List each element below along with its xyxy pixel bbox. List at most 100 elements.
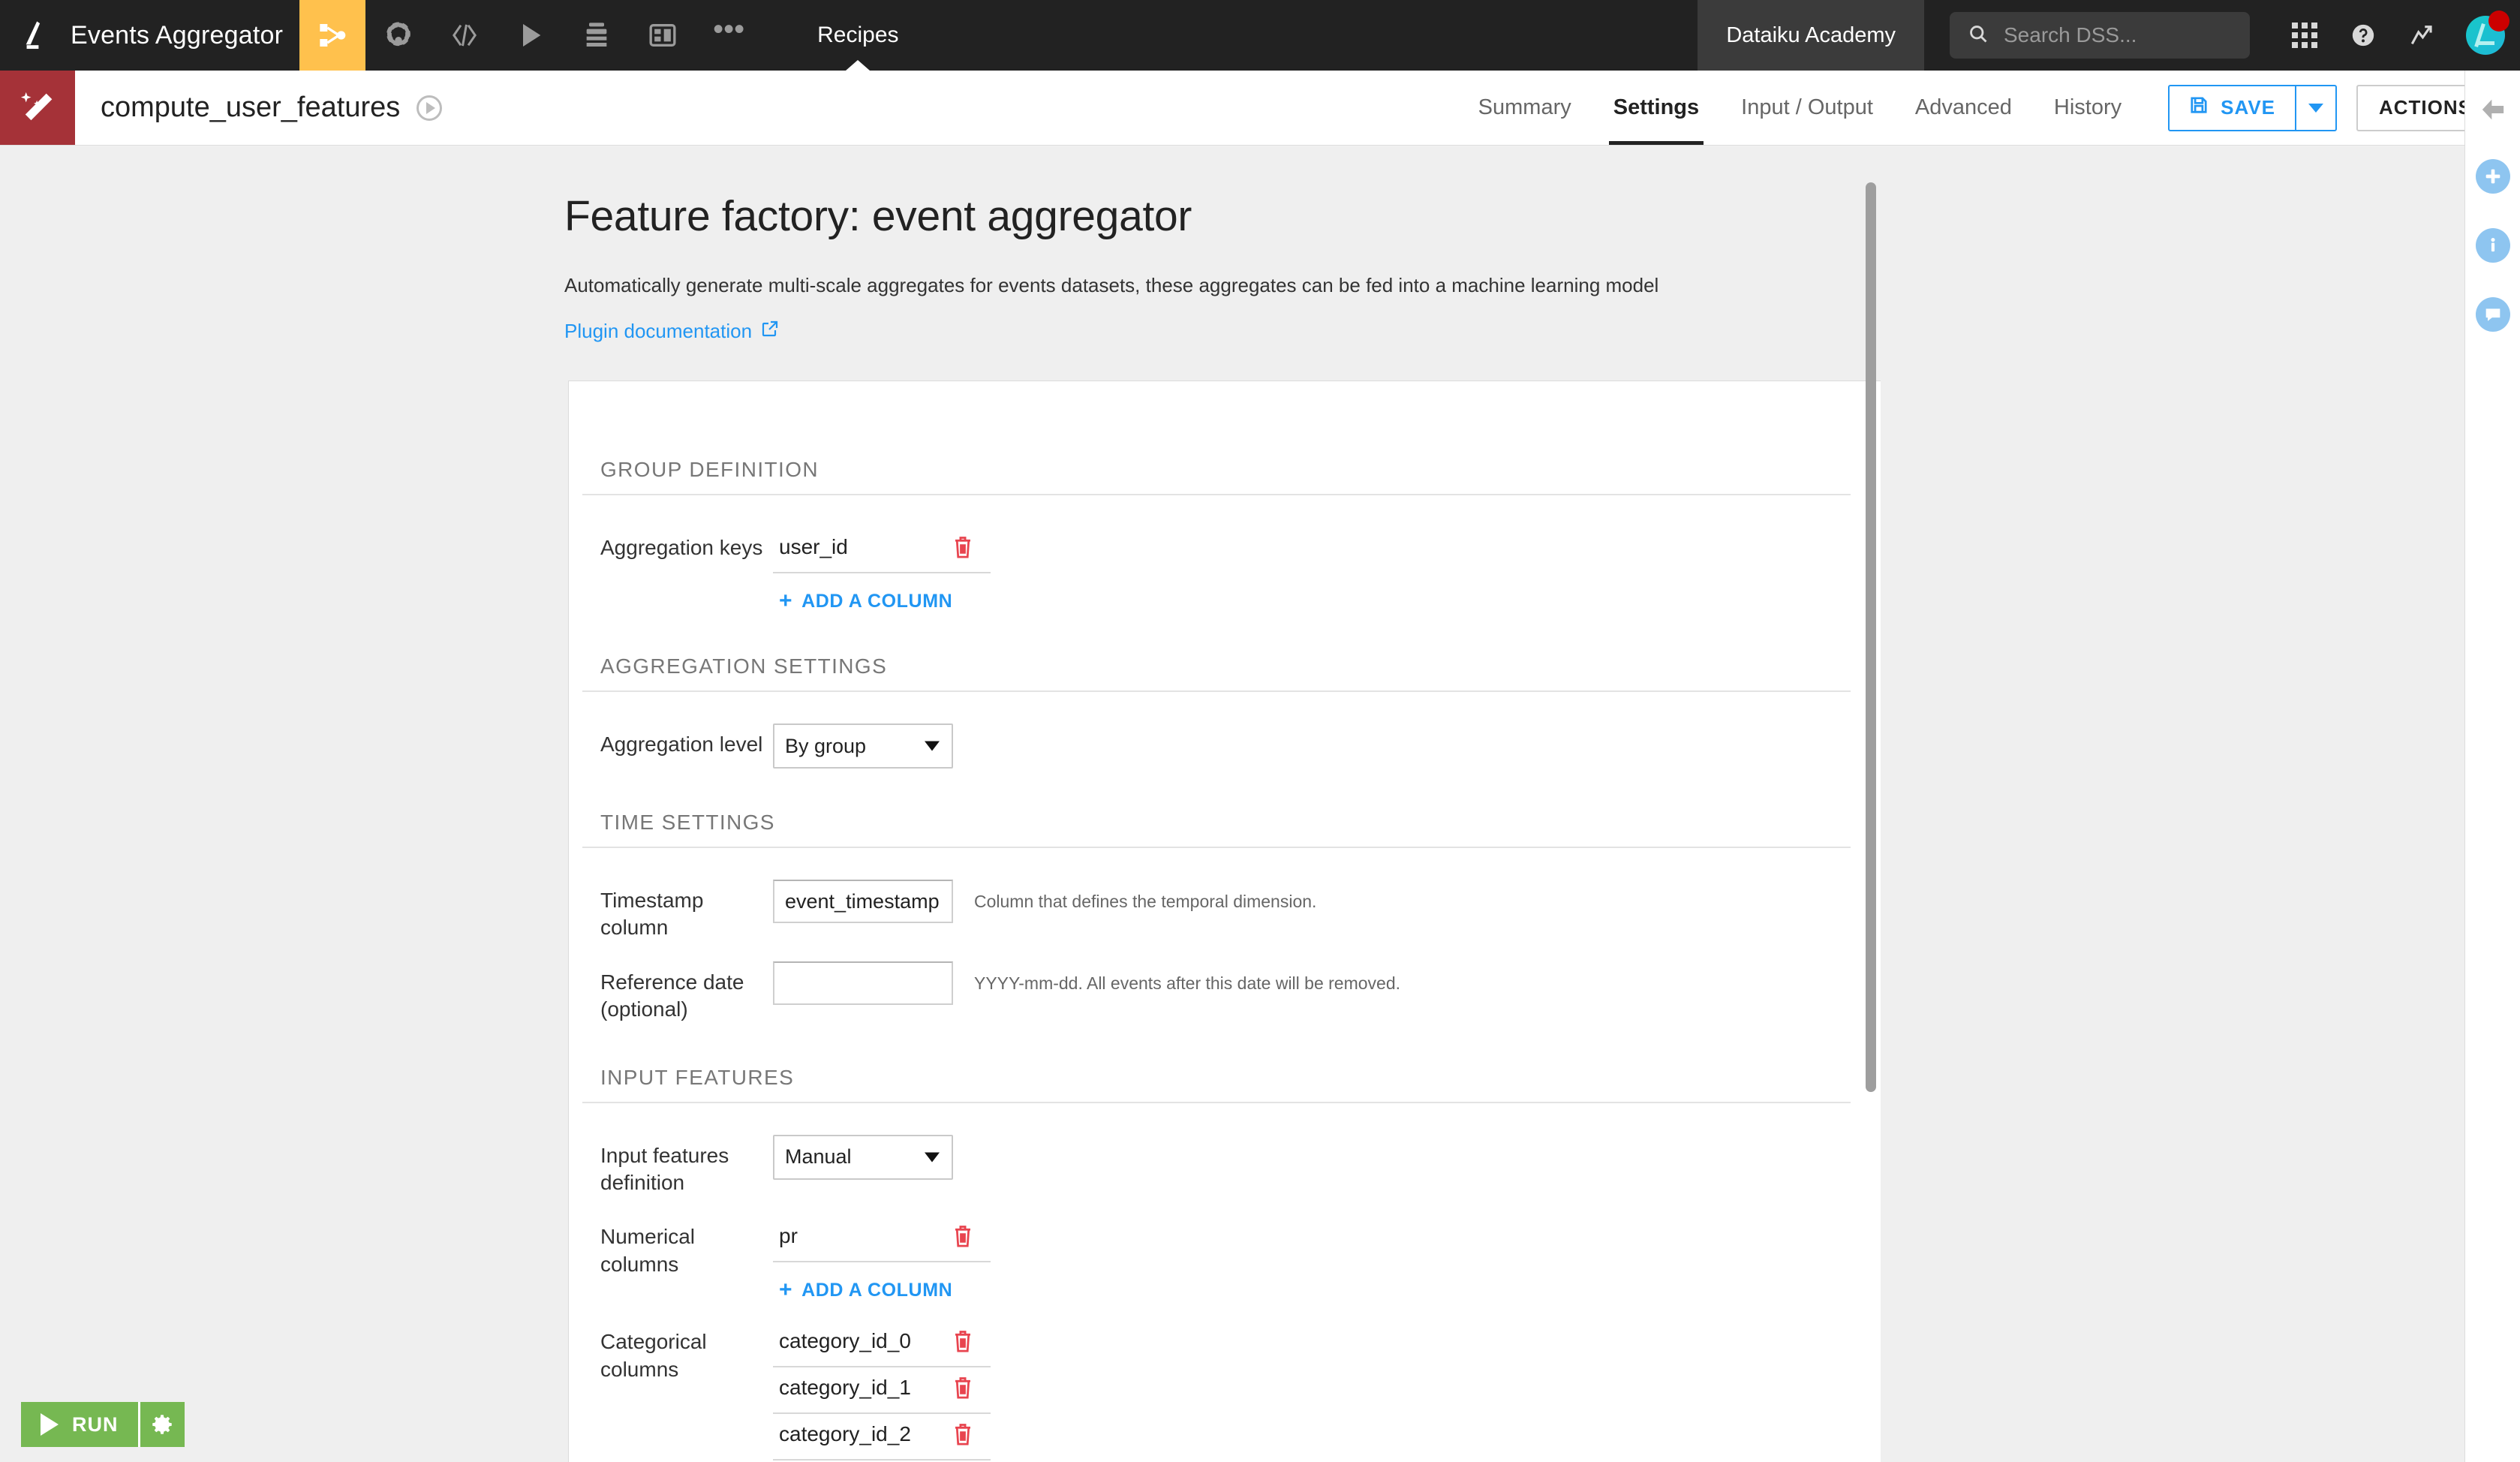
tab-input-output[interactable]: Input / Output [1720, 71, 1894, 145]
add-numerical-column-button[interactable]: + ADD A COLUMN [773, 1262, 952, 1301]
plus-icon: + [779, 1277, 793, 1303]
plugin-documentation-link[interactable]: Plugin documentation [564, 320, 779, 343]
numerical-columns-list: pr + ADD A COLUMN [773, 1216, 1851, 1301]
flow-zone-icon[interactable] [416, 95, 443, 121]
categorical-column-value[interactable]: category_id_2 [773, 1422, 952, 1446]
trash-icon[interactable] [952, 1223, 974, 1249]
add-icon[interactable] [2475, 159, 2510, 194]
save-dropdown-chevron-down-icon[interactable] [2295, 86, 2335, 130]
project-name[interactable]: Events Aggregator [71, 0, 299, 71]
run-settings-gear-icon[interactable] [137, 1402, 185, 1447]
page-title: Feature factory: event aggregator [564, 192, 1192, 240]
recipe-header-bar: compute_user_features Summary Settings I… [0, 71, 2520, 146]
avatar-bar [2478, 41, 2494, 45]
section-aggregation-settings: Aggregation level By group [569, 692, 1881, 811]
field-aggregation-keys: Aggregation keys user_id + ADD A COLUMN [600, 527, 1851, 612]
discussions-icon[interactable] [2475, 297, 2510, 332]
plus-icon: + [779, 588, 793, 613]
categorical-column-value[interactable]: category_id_1 [773, 1376, 952, 1400]
reference-date-input[interactable] [773, 961, 953, 1005]
notification-badge[interactable] [2488, 11, 2509, 32]
reference-date-label: Reference date (optional) [600, 970, 744, 1021]
search-box[interactable] [1950, 12, 2250, 59]
timestamp-column-help: Column that defines the temporal dimensi… [974, 892, 1317, 911]
aggregation-level-label: Aggregation level [600, 733, 763, 756]
dataiku-logo-icon[interactable] [0, 0, 71, 71]
play-icon [41, 1413, 59, 1436]
section-title-input-features: INPUT FEATURES [582, 1066, 1851, 1103]
input-features-definition-control: Manual [773, 1134, 1851, 1180]
field-aggregation-level: Aggregation level By group [600, 723, 1851, 769]
chevron-down-icon [925, 1152, 940, 1163]
field-numerical-columns: Numerical columns pr + ADD A COLUMN [600, 1216, 1851, 1301]
activity-trend-icon[interactable] [2392, 0, 2451, 71]
plugin-header: Feature factory: event aggregator Automa… [0, 146, 1881, 343]
add-column-label: ADD A COLUMN [801, 1279, 953, 1301]
nav-dashboards-icon[interactable] [630, 0, 696, 71]
tab-history[interactable]: History [2033, 71, 2143, 145]
external-link-icon [761, 320, 779, 343]
trash-icon[interactable] [952, 1421, 974, 1447]
categorical-columns-label: Categorical columns [600, 1330, 707, 1381]
tab-summary[interactable]: Summary [1457, 71, 1592, 145]
save-label: SAVE [2221, 96, 2275, 119]
aggregation-key-value[interactable]: user_id [773, 535, 952, 559]
apps-grid-icon[interactable] [2275, 0, 2334, 71]
tab-settings[interactable]: Settings [1592, 71, 1720, 145]
recipe-name[interactable]: compute_user_features [101, 92, 400, 124]
nav-more-dots-icon[interactable]: ••• [696, 0, 762, 71]
arrow-left-icon[interactable] [2478, 95, 2508, 125]
settings-card: GROUP DEFINITION Aggregation keys user_i… [568, 381, 1881, 1462]
timestamp-column-input[interactable] [773, 880, 953, 923]
run-label: RUN [72, 1412, 119, 1436]
recipe-tabs: Summary Settings Input / Output Advanced… [1457, 71, 2143, 145]
numerical-column-value[interactable]: pr [773, 1224, 952, 1248]
trash-icon[interactable] [952, 1328, 974, 1354]
nav-lab-icon[interactable] [365, 0, 432, 71]
trash-icon[interactable] [952, 534, 974, 560]
timestamp-column-label: Timestamp column [600, 889, 704, 940]
section-time-settings: Timestamp column Column that defines the… [569, 848, 1881, 1066]
user-avatar[interactable] [2451, 0, 2520, 71]
recipes-menu-tab[interactable]: Recipes [792, 0, 924, 71]
input-features-definition-label: Input features definition [600, 1143, 729, 1194]
input-features-definition-select[interactable]: Manual [773, 1134, 953, 1180]
field-reference-date: Reference date (optional) YYYY-mm-dd. Al… [600, 961, 1851, 1024]
help-question-icon[interactable] [2334, 0, 2392, 71]
list-item[interactable]: category_id_1 [773, 1367, 991, 1415]
search-area [1950, 0, 2250, 71]
scrollbar-thumb[interactable] [1866, 182, 1876, 1092]
page-description: Automatically generate multi-scale aggre… [564, 274, 1659, 296]
search-icon [1968, 23, 1989, 48]
recipe-title-area: compute_user_features [75, 71, 443, 145]
nav-jobs-play-icon[interactable] [498, 0, 564, 71]
list-item[interactable]: category_id_2 [773, 1414, 991, 1461]
nav-code-icon[interactable] [432, 0, 498, 71]
section-group-definition: Aggregation keys user_id + ADD A COLUMN [569, 495, 1881, 654]
right-side-rail [2464, 71, 2520, 1462]
info-icon[interactable] [2475, 228, 2510, 263]
aggregation-keys-list: user_id + ADD A COLUMN [773, 527, 1851, 612]
list-item[interactable]: category_id_0 [773, 1321, 991, 1368]
trash-icon[interactable] [952, 1375, 974, 1400]
chat-circle [2475, 297, 2510, 332]
list-item[interactable]: pr [773, 1216, 991, 1263]
field-categorical-columns: Categorical columns category_id_0 catego… [600, 1321, 1851, 1462]
categorical-column-value[interactable]: category_id_0 [773, 1329, 952, 1353]
nav-flow-icon[interactable] [299, 0, 366, 71]
list-item[interactable]: user_id [773, 527, 991, 573]
run-button-group: RUN [21, 1402, 185, 1447]
tab-advanced[interactable]: Advanced [1894, 71, 2033, 145]
aggregation-level-value: By group [785, 734, 867, 757]
nav-datasets-icon[interactable] [564, 0, 630, 71]
numerical-columns-label: Numerical columns [600, 1225, 696, 1276]
run-button[interactable]: RUN [21, 1402, 138, 1447]
save-button[interactable]: SAVE [2170, 86, 2295, 130]
section-input-features: Input features definition Manual Numeric… [569, 1103, 1881, 1462]
add-aggregation-key-button[interactable]: + ADD A COLUMN [773, 573, 952, 612]
aggregation-level-select[interactable]: By group [773, 723, 953, 769]
search-input[interactable] [2004, 23, 2232, 47]
dataiku-academy-button[interactable]: Dataiku Academy [1698, 0, 1924, 71]
vertical-scrollbar[interactable] [1861, 146, 1881, 1462]
